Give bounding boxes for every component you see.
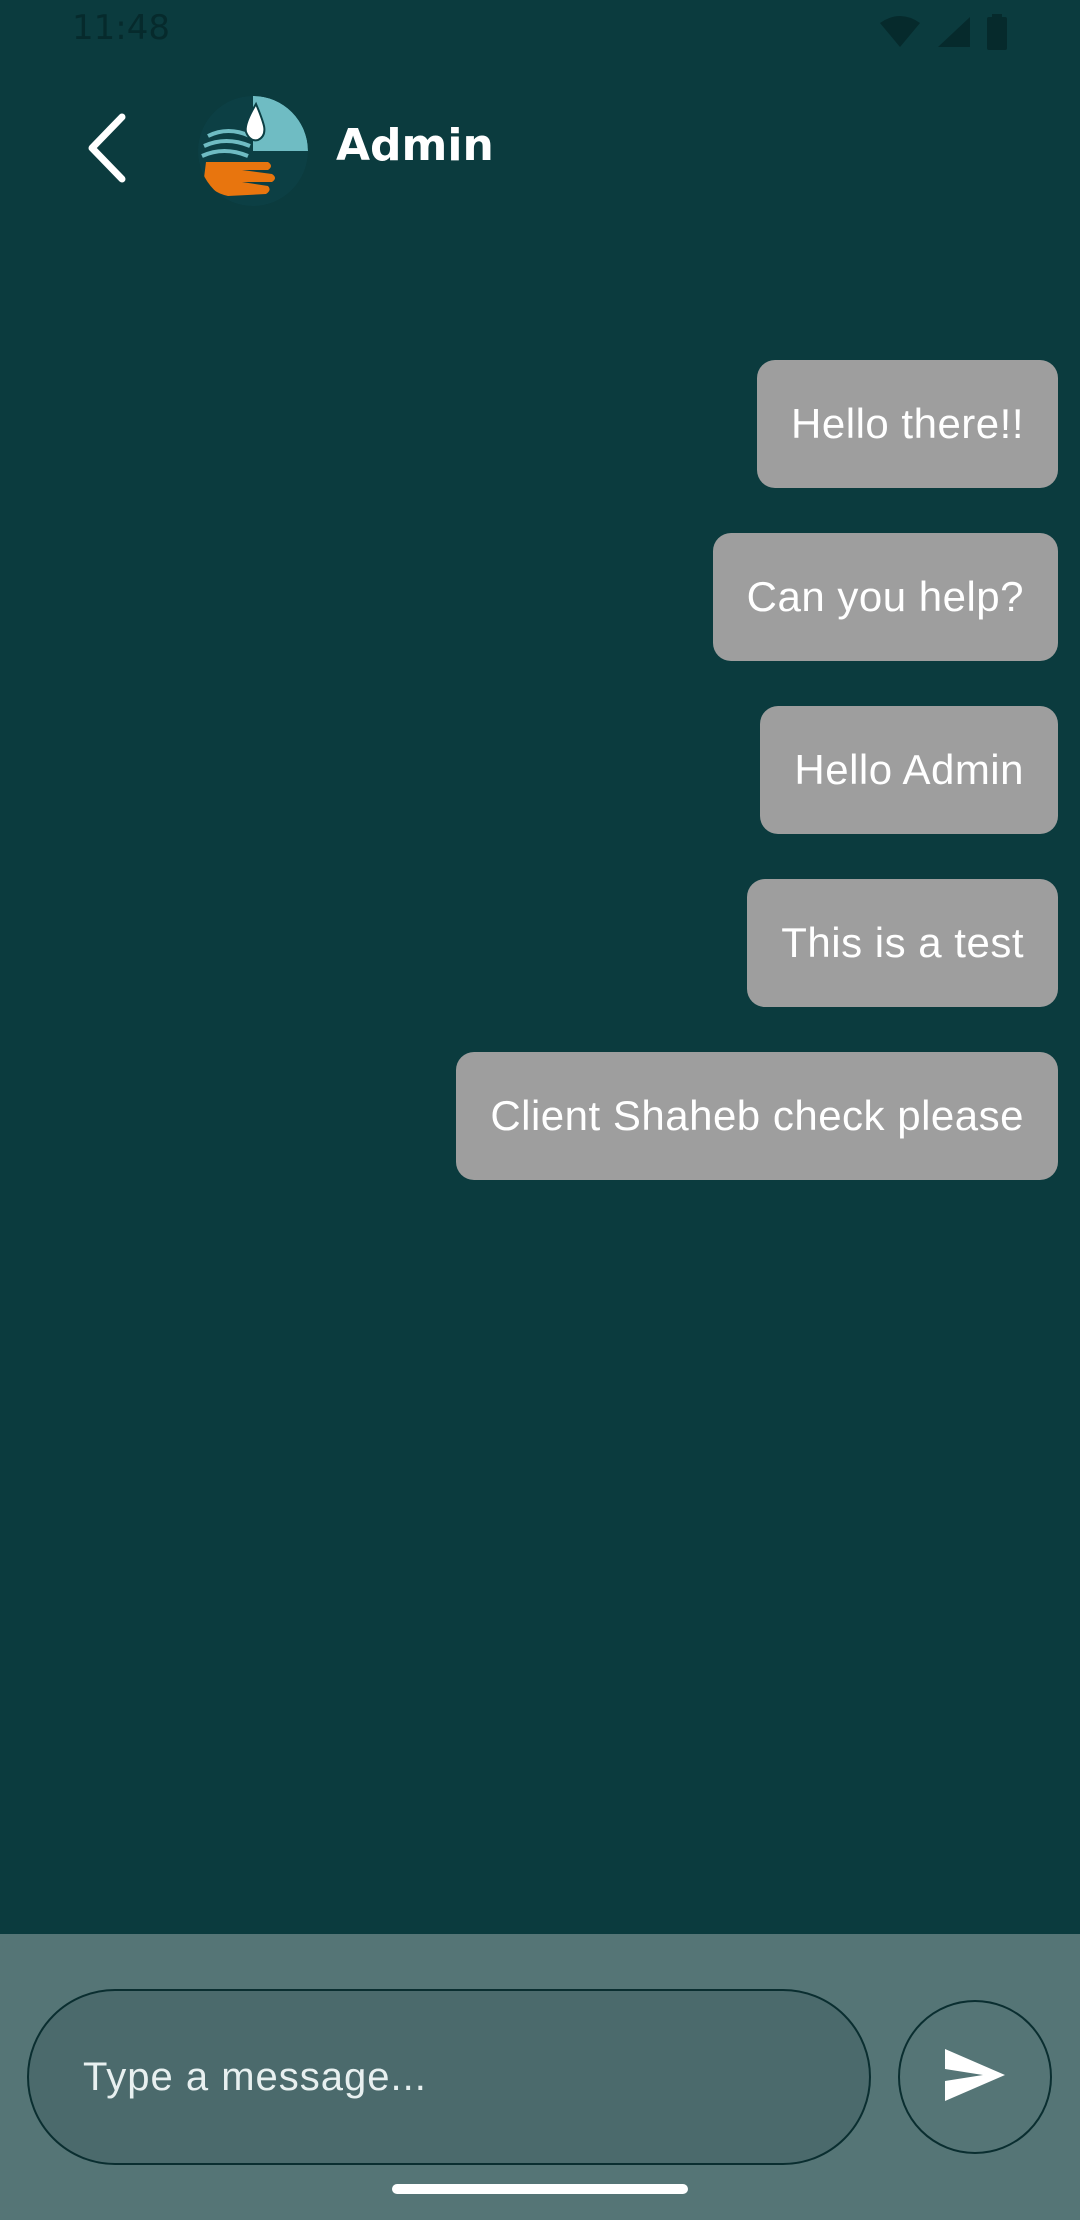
- chat-screen: 11:48 Admin Hello there!! Can you help? …: [0, 0, 1080, 2220]
- avatar[interactable]: [198, 96, 308, 206]
- contact-name: Admin: [336, 120, 494, 171]
- chat-header: Admin: [0, 80, 1080, 220]
- send-button[interactable]: [898, 2000, 1052, 2154]
- composer-bar: [0, 1934, 1080, 2220]
- send-icon: [943, 2047, 1007, 2107]
- status-time: 11:48: [72, 8, 170, 48]
- wifi-icon: [878, 15, 922, 53]
- status-icons: [878, 14, 1008, 54]
- battery-icon: [986, 14, 1008, 54]
- home-indicator[interactable]: [392, 2184, 688, 2194]
- back-button[interactable]: [70, 113, 142, 187]
- message-bubble[interactable]: Hello Admin: [760, 706, 1058, 834]
- message-input[interactable]: [27, 1989, 871, 2165]
- message-bubble[interactable]: Can you help?: [712, 533, 1058, 661]
- cell-signal-icon: [936, 15, 972, 53]
- message-bubble[interactable]: This is a test: [747, 879, 1058, 1007]
- message-list: Hello there!! Can you help? Hello Admin …: [0, 360, 1080, 1225]
- message-bubble[interactable]: Hello there!!: [757, 360, 1058, 488]
- status-bar: 11:48: [0, 0, 1080, 64]
- water-hand-logo: [198, 96, 308, 206]
- message-bubble[interactable]: Client Shaheb check please: [456, 1052, 1058, 1180]
- chevron-left-icon: [84, 113, 128, 187]
